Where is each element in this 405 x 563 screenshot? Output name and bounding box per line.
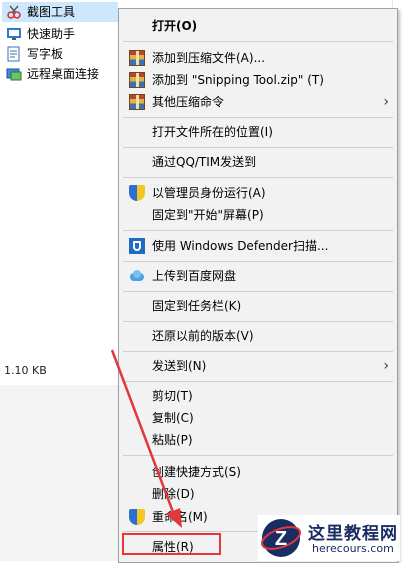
menu-item-label: 添加到压缩文件(A)... bbox=[152, 51, 266, 65]
menu-item-label: 通过QQ/TIM发送到 bbox=[152, 155, 257, 169]
menu-item-label: 创建快捷方式(S) bbox=[152, 465, 241, 479]
explorer-file-list: 截图工具 快速助手 写字板 远程桌面连接 1.10 KB bbox=[0, 0, 118, 385]
menu-item-send-to[interactable]: 发送到(N) › bbox=[119, 355, 397, 377]
watermark-url: herecours.com bbox=[312, 542, 394, 555]
menu-item-delete[interactable]: 删除(D) bbox=[119, 483, 397, 505]
menu-item-label: 使用 Windows Defender扫描... bbox=[152, 239, 329, 253]
menu-item-baidu-upload[interactable]: 上传到百度网盘 bbox=[119, 265, 397, 287]
menu-item-cut[interactable]: 剪切(T) bbox=[119, 385, 397, 407]
menu-item-add-to-zip[interactable]: 添加到 "Snipping Tool.zip" (T) bbox=[119, 69, 397, 91]
menu-item-label: 粘贴(P) bbox=[152, 433, 193, 447]
menu-item-label: 固定到"开始"屏幕(P) bbox=[152, 208, 264, 222]
context-menu: 打开(O) 添加到压缩文件(A)... 添加到 "Snipping Tool.z… bbox=[118, 8, 398, 563]
file-item-snipping-tool[interactable]: 截图工具 bbox=[2, 2, 118, 22]
file-size-text: 1.10 KB bbox=[4, 364, 47, 377]
svg-text:Z: Z bbox=[275, 528, 287, 550]
menu-item-label: 还原以前的版本(V) bbox=[152, 329, 254, 343]
archive-icon bbox=[129, 50, 145, 66]
menu-item-label: 删除(D) bbox=[152, 487, 195, 501]
menu-item-add-to-archive[interactable]: 添加到压缩文件(A)... bbox=[119, 47, 397, 69]
chevron-right-icon: › bbox=[383, 358, 389, 374]
menu-item-label: 剪切(T) bbox=[152, 389, 193, 403]
properties-highlight-box bbox=[122, 533, 221, 555]
remote-desktop-icon bbox=[6, 66, 22, 82]
menu-item-label: 以管理员身份运行(A) bbox=[152, 186, 266, 200]
menu-separator bbox=[123, 381, 393, 382]
menu-separator bbox=[123, 455, 393, 456]
archive-icon bbox=[129, 94, 145, 110]
menu-item-label: 重命名(M) bbox=[152, 510, 208, 524]
menu-item-other-compress[interactable]: 其他压缩命令 › bbox=[119, 91, 397, 113]
menu-item-label: 发送到(N) bbox=[152, 359, 207, 373]
wordpad-icon bbox=[6, 46, 22, 62]
menu-item-defender-scan[interactable]: 使用 Windows Defender扫描... bbox=[119, 235, 397, 257]
file-label: 写字板 bbox=[27, 47, 64, 61]
menu-item-run-as-admin[interactable]: 以管理员身份运行(A) bbox=[119, 182, 397, 204]
menu-item-pin-start[interactable]: 固定到"开始"屏幕(P) bbox=[119, 204, 397, 226]
snipping-tool-icon bbox=[6, 4, 22, 20]
chevron-right-icon: › bbox=[383, 94, 389, 110]
menu-separator bbox=[123, 117, 393, 118]
menu-item-label: 打开(O) bbox=[152, 19, 198, 33]
watermark: Z 这里教程网 herecours.com bbox=[258, 515, 400, 561]
file-item-remote-desktop[interactable]: 远程桌面连接 bbox=[6, 64, 99, 84]
file-item-quick-assist[interactable]: 快速助手 bbox=[6, 24, 75, 44]
file-label: 截图工具 bbox=[27, 5, 76, 19]
quick-assist-icon bbox=[6, 26, 22, 42]
menu-item-pin-taskbar[interactable]: 固定到任务栏(K) bbox=[119, 295, 397, 317]
menu-separator bbox=[123, 351, 393, 352]
herecours-logo-icon: Z bbox=[260, 519, 302, 557]
menu-item-label: 添加到 "Snipping Tool.zip" (T) bbox=[152, 73, 324, 87]
menu-item-label: 打开文件所在的位置(I) bbox=[152, 125, 273, 139]
menu-separator bbox=[123, 230, 393, 231]
menu-separator bbox=[123, 41, 393, 42]
menu-item-label: 复制(C) bbox=[152, 411, 194, 425]
explorer-lower-pane bbox=[0, 385, 118, 561]
menu-separator bbox=[123, 261, 393, 262]
shield-icon bbox=[129, 185, 145, 201]
menu-item-paste[interactable]: 粘贴(P) bbox=[119, 429, 397, 451]
menu-item-label: 固定到任务栏(K) bbox=[152, 299, 242, 313]
menu-item-copy[interactable]: 复制(C) bbox=[119, 407, 397, 429]
menu-item-send-qq[interactable]: 通过QQ/TIM发送到 bbox=[119, 151, 397, 173]
menu-separator bbox=[123, 147, 393, 148]
menu-separator bbox=[123, 321, 393, 322]
baidu-cloud-icon bbox=[129, 268, 145, 284]
file-label: 快速助手 bbox=[27, 27, 76, 41]
file-label: 远程桌面连接 bbox=[27, 67, 100, 81]
menu-separator bbox=[123, 177, 393, 178]
menu-item-label: 其他压缩命令 bbox=[152, 95, 225, 109]
archive-icon bbox=[129, 72, 145, 88]
windows-defender-icon bbox=[129, 238, 145, 254]
menu-separator bbox=[123, 291, 393, 292]
file-item-wordpad[interactable]: 写字板 bbox=[6, 44, 63, 64]
menu-item-restore-versions[interactable]: 还原以前的版本(V) bbox=[119, 325, 397, 347]
shield-icon bbox=[129, 509, 145, 525]
menu-item-open-location[interactable]: 打开文件所在的位置(I) bbox=[119, 121, 397, 143]
menu-item-label: 上传到百度网盘 bbox=[152, 269, 237, 283]
menu-item-open[interactable]: 打开(O) bbox=[119, 15, 397, 37]
watermark-title: 这里教程网 bbox=[308, 524, 398, 544]
menu-item-create-shortcut[interactable]: 创建快捷方式(S) bbox=[119, 461, 397, 483]
